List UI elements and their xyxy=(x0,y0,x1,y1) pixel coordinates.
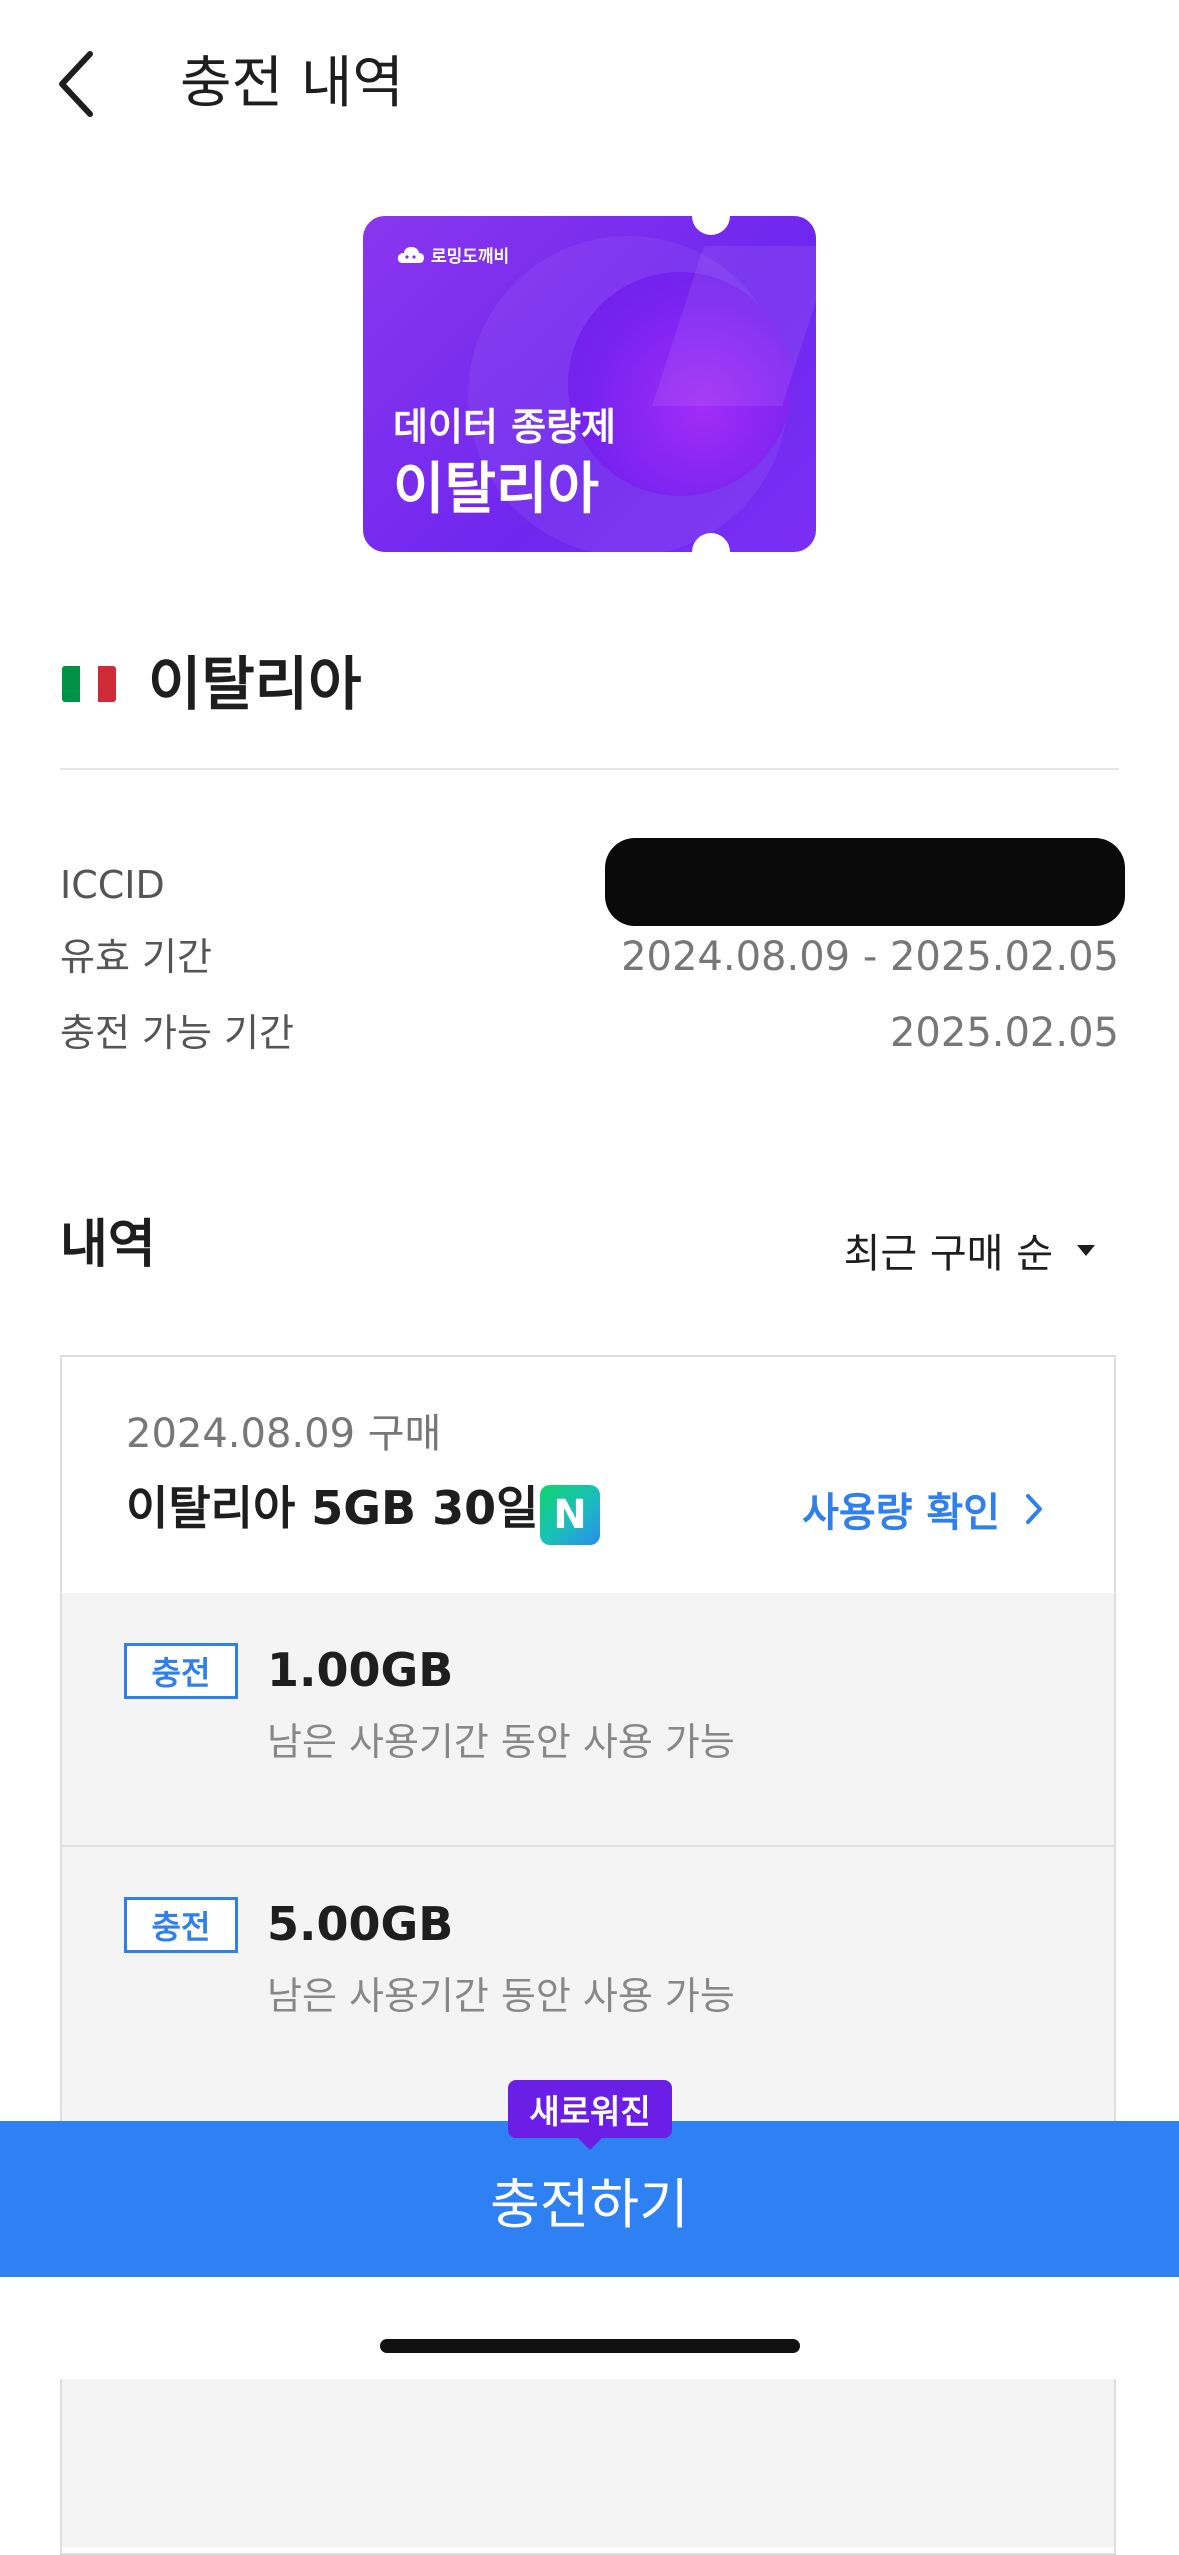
charge-badge: 충전 xyxy=(124,1897,238,1953)
history-title: 내역 xyxy=(60,1215,156,1275)
charge-description: 남은 사용기간 동안 사용 가능 xyxy=(267,1974,735,2018)
safe-area xyxy=(0,2277,1179,2379)
card-product-label: 데이터 종량제 xyxy=(393,405,616,449)
chevron-left-icon xyxy=(59,51,93,117)
new-badge: 새로워진 xyxy=(508,2080,672,2138)
card-notch xyxy=(692,216,730,235)
chevron-right-icon xyxy=(1026,1494,1042,1524)
italy-flag-icon xyxy=(62,666,116,702)
charge-badge: 충전 xyxy=(124,1643,238,1699)
charge-item: 충전 1.00GB 남은 사용기간 동안 사용 가능 xyxy=(62,1593,1114,1845)
sort-selected-value: 최근 구매 순 xyxy=(843,1231,1053,1277)
page-title: 충전 내역 xyxy=(180,51,404,116)
charge-period-label: 충전 가능 기간 xyxy=(60,1011,294,1055)
iccid-redaction xyxy=(605,838,1125,926)
iccid-label: ICCID xyxy=(60,863,165,907)
esim-card: 로밍도깨비 데이터 종량제 이탈리아 xyxy=(363,216,816,552)
charge-button-label: 충전하기 xyxy=(490,2172,689,2236)
country-name: 이탈리아 xyxy=(148,650,362,718)
validity-value: 2024.08.09 - 2025.02.05 xyxy=(621,934,1119,980)
caret-down-icon xyxy=(1077,1245,1095,1256)
cloud-logo-icon xyxy=(397,246,424,263)
charge-period-value: 2025.02.05 xyxy=(889,1010,1119,1056)
charge-amount: 5.00GB xyxy=(267,1897,454,1951)
new-badge-tail xyxy=(576,2136,604,2150)
usage-check-link[interactable]: 사용량 확인 xyxy=(802,1479,1044,1539)
charge-description: 남은 사용기간 동안 사용 가능 xyxy=(267,1720,735,1764)
brand-logo: 로밍도깨비 xyxy=(397,242,509,267)
usage-check-label: 사용량 확인 xyxy=(802,1490,1000,1536)
naver-badge-icon: N xyxy=(540,1485,600,1545)
validity-label: 유효 기간 xyxy=(60,935,212,979)
purchase-date: 2024.08.09 구매 xyxy=(126,1411,442,1457)
card-country-label: 이탈리아 xyxy=(393,457,600,522)
divider xyxy=(60,768,1119,770)
sort-dropdown[interactable]: 최근 구매 순 xyxy=(844,1222,1097,1278)
back-button[interactable] xyxy=(40,40,112,128)
home-indicator xyxy=(380,2339,800,2353)
brand-name: 로밍도깨비 xyxy=(431,247,510,267)
charge-amount: 1.00GB xyxy=(267,1643,454,1697)
purchase-plan: 이탈리아 5GB 30일 xyxy=(126,1481,539,1535)
